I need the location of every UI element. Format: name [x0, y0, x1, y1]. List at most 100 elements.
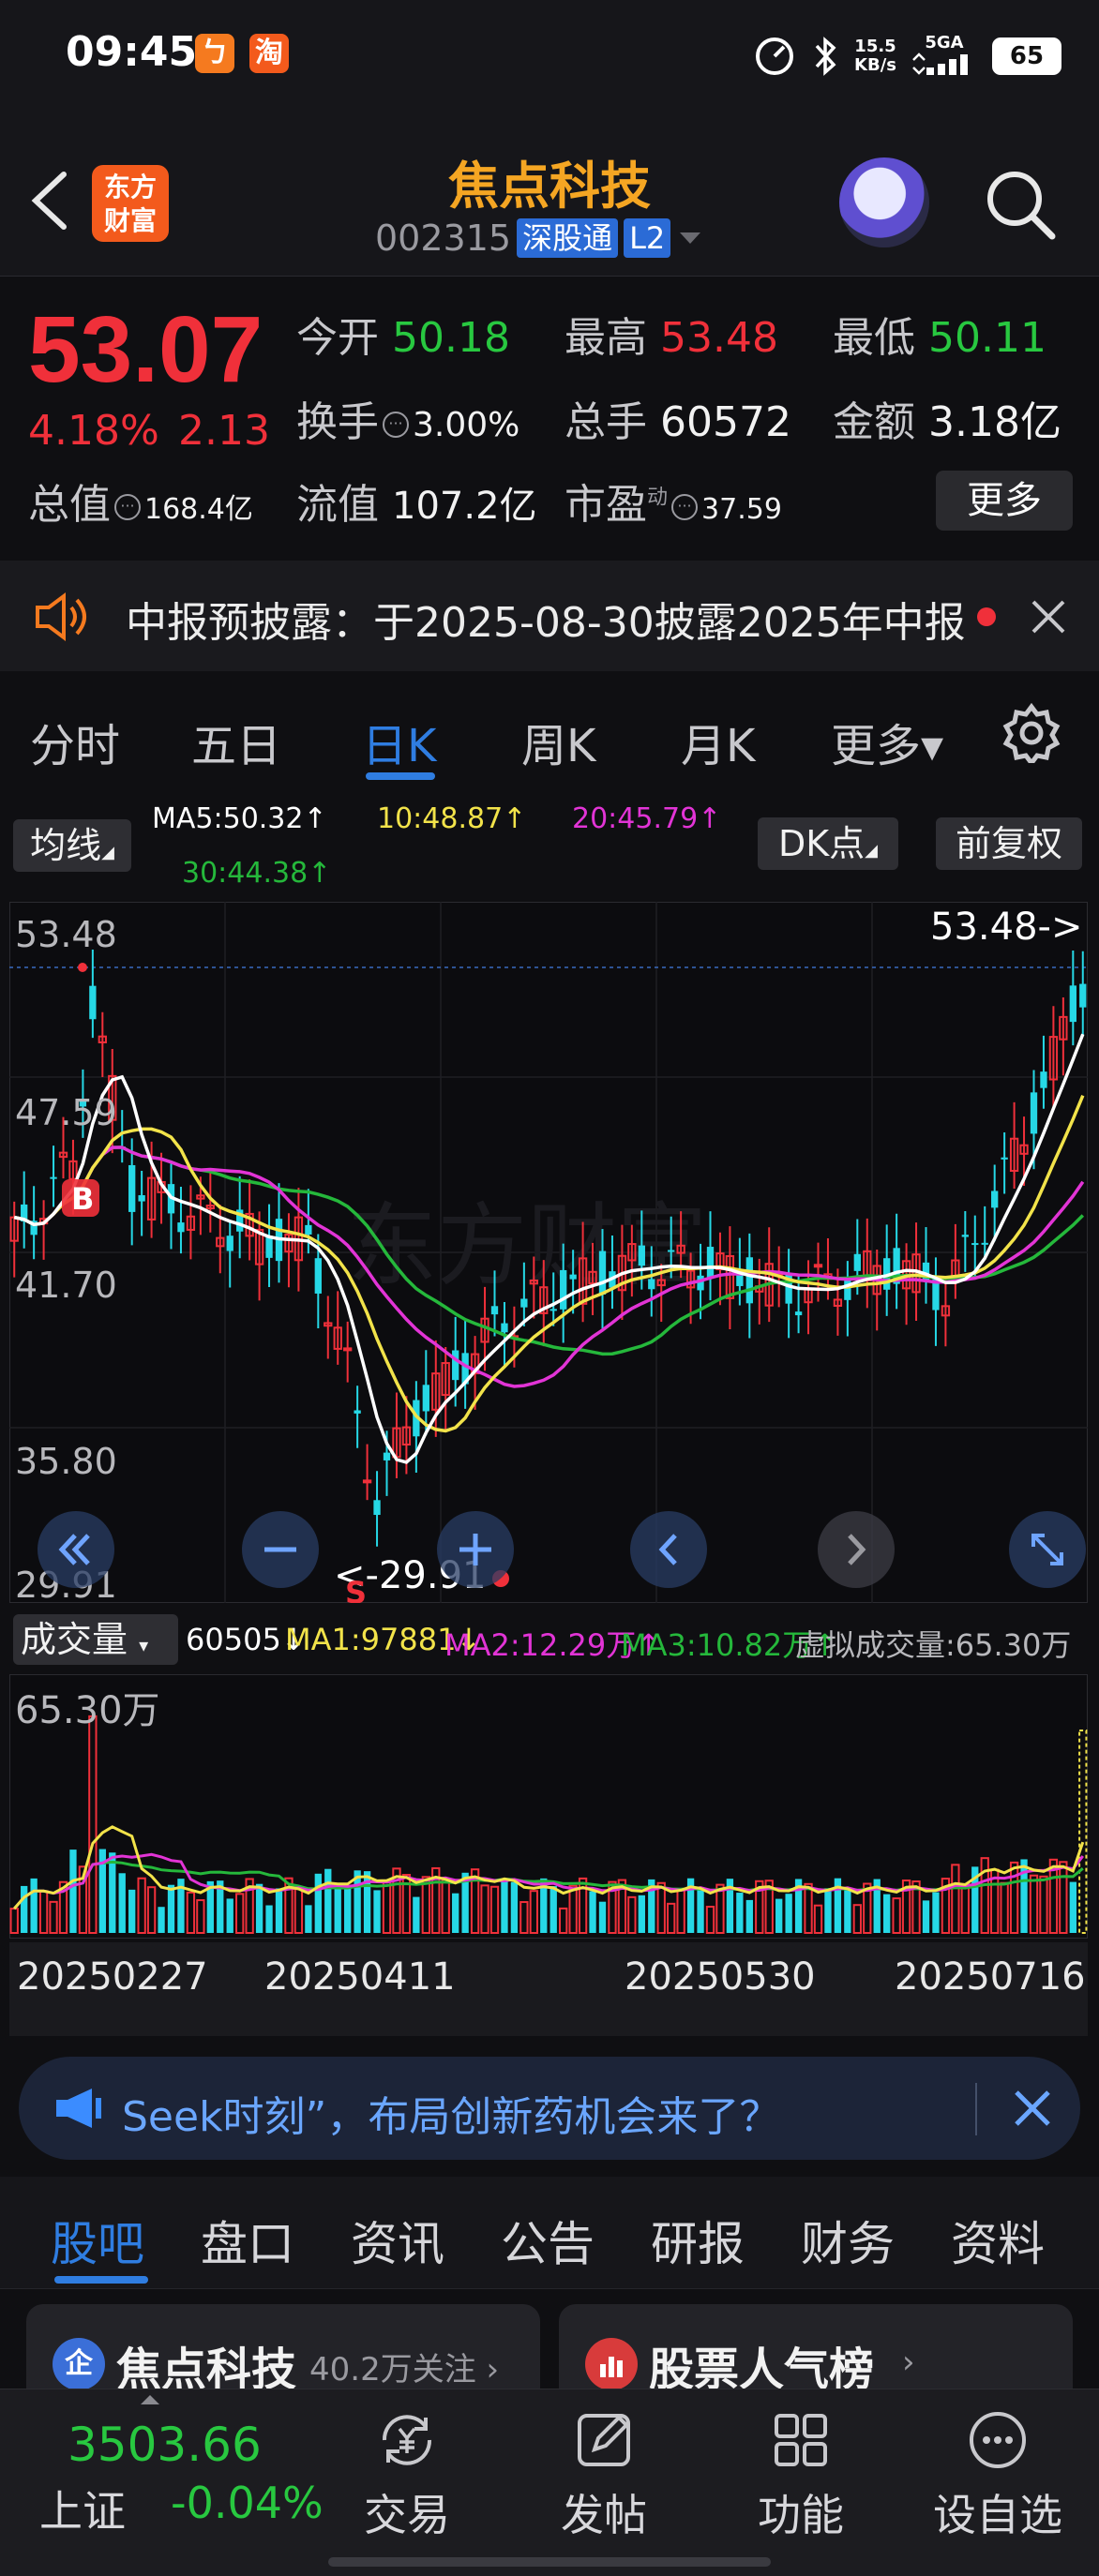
kline-canvas: 东方财富 53.48 47.59 41.70 35.80 29.91 53.48…: [8, 901, 1089, 1610]
change-percent: 4.18%: [28, 407, 159, 455]
candle-body: [569, 1274, 577, 1280]
adjust-button[interactable]: 前复权: [936, 817, 1082, 870]
high-price: 最高 53.48: [565, 314, 778, 362]
content-tabs: 股吧 盘口 资讯 公告 研报 财务 资料: [0, 2177, 1099, 2289]
candle-body: [128, 1164, 136, 1212]
y-label-2: 47.59: [15, 1092, 117, 1133]
volume-bar: [932, 1892, 940, 1933]
candle-body: [971, 1243, 979, 1246]
robot-mascot-icon[interactable]: [839, 157, 929, 247]
candle-body: [961, 1235, 969, 1237]
volume-bar: [697, 1887, 704, 1933]
kline-chart[interactable]: 东方财富 53.48 47.59 41.70 35.80 29.91 53.48…: [8, 901, 1089, 1610]
volume-bar: [1020, 1859, 1028, 1933]
stock-subtitle[interactable]: 002315 深股通 L2: [375, 217, 704, 259]
ma-indicator-button[interactable]: 均线◢: [13, 819, 131, 872]
info-icon[interactable]: ···: [114, 494, 141, 520]
banner-divider: [975, 2083, 977, 2135]
max-price-marker: 53.48->: [930, 906, 1082, 949]
low-price: 最低 50.11: [833, 314, 1046, 362]
scroll-left-double-button[interactable]: [38, 1511, 114, 1588]
quote-panel: 53.07 4.18% 2.13 今开 50.18 最高 53.48 最低 50…: [0, 277, 1099, 545]
info-icon[interactable]: ···: [671, 494, 699, 520]
candle-body: [668, 1250, 675, 1252]
tab-research[interactable]: 研报: [651, 2207, 745, 2274]
dk-point-button[interactable]: DK点◢: [758, 817, 898, 870]
volume-legend: 成交量 ▾ 60505↓ MA1:97881↓ MA2:12.29万↑ MA3:…: [0, 1609, 1099, 1670]
plus-icon: [459, 1534, 491, 1565]
tab-weekly-k[interactable]: 周K: [521, 709, 595, 774]
info-icon[interactable]: ···: [383, 412, 409, 438]
double-chevron-left-icon: [58, 1534, 90, 1565]
change-amount: 2.13: [178, 407, 270, 455]
close-icon[interactable]: [1028, 596, 1069, 637]
more-quote-button[interactable]: 更多: [936, 471, 1073, 531]
candle-body: [452, 1350, 459, 1381]
candle-body: [305, 1224, 312, 1236]
tab-finance[interactable]: 财务: [801, 2207, 895, 2274]
volume-bar: [128, 1889, 136, 1933]
zoom-in-button[interactable]: [437, 1511, 514, 1588]
enterprise-icon: 企: [53, 2338, 105, 2390]
chevron-right-icon: [848, 1534, 866, 1565]
tab-daily-k[interactable]: 日K: [362, 709, 436, 774]
promo-banner[interactable]: Seek时刻”，布局创新药机会来了？: [19, 2057, 1080, 2160]
sh-index-name[interactable]: 上证: [39, 2478, 126, 2539]
search-icon[interactable]: [983, 167, 1058, 242]
candle-body: [706, 1247, 715, 1279]
stock-name: 焦点科技: [448, 157, 651, 216]
index-toggle-indicator: [141, 2395, 159, 2404]
ma5-value: MA5:50.32↑: [152, 802, 327, 835]
tab-more[interactable]: 更多▾: [831, 709, 943, 774]
tab-announcements[interactable]: 公告: [501, 2207, 595, 2274]
speaker-icon: [36, 592, 86, 641]
candle-body: [422, 1385, 429, 1412]
candle-body: [598, 1251, 607, 1295]
candle-body: [373, 1500, 381, 1516]
net-speed: 15.5 KB/s: [854, 37, 896, 75]
sh-index-change[interactable]: -0.04%: [171, 2478, 324, 2528]
tab-news[interactable]: 资讯: [351, 2207, 444, 2274]
tab-profile[interactable]: 资料: [951, 2207, 1045, 2274]
volume-bar: [745, 1899, 753, 1933]
speedometer-icon: [756, 37, 794, 75]
tab-five-day[interactable]: 五日: [191, 709, 281, 774]
scroll-right-button[interactable]: [818, 1511, 895, 1588]
sh-index-value[interactable]: 3503.66: [68, 2418, 262, 2472]
battery-indicator: 65: [992, 37, 1061, 75]
close-icon[interactable]: [1009, 2085, 1056, 2132]
volume-bar: [226, 1898, 233, 1933]
volume-chart[interactable]: 65.30万: [8, 1673, 1089, 1939]
nav-watchlist[interactable]: 设自选: [932, 2404, 1063, 2543]
more-dots-icon: [970, 2412, 1026, 2468]
volume-bar: [255, 1883, 263, 1933]
candle-body: [560, 1269, 567, 1310]
tab-intraday[interactable]: 分时: [30, 709, 120, 774]
ma20-value: 20:45.79↑: [572, 802, 722, 835]
nav-trade[interactable]: 交易: [341, 2404, 473, 2543]
scroll-left-button[interactable]: [630, 1511, 707, 1588]
volume-bar: [373, 1890, 381, 1933]
tab-monthly-k[interactable]: 月K: [681, 709, 755, 774]
status-bar: 09:45 ㄅ 淘 15.5 KB/s 5GA 65: [0, 0, 1099, 112]
volume-indicator-button[interactable]: 成交量 ▾: [13, 1614, 178, 1665]
notice-bar[interactable]: 中报预披露：于2025-08-30披露2025年中报: [0, 561, 1099, 671]
tab-guba[interactable]: 股吧: [51, 2207, 144, 2274]
max-price-dot: [78, 963, 87, 972]
active-tab-indicator: [366, 772, 435, 780]
tab-pankou[interactable]: 盘口: [201, 2207, 294, 2274]
volume-bar: [413, 1896, 420, 1933]
candle-body: [138, 1195, 145, 1202]
gear-icon[interactable]: [1001, 703, 1061, 763]
fullscreen-button[interactable]: [1009, 1511, 1086, 1588]
volume-bar: [824, 1888, 832, 1933]
volume-bar: [883, 1894, 891, 1933]
ma-legend: 均线◢ MA5:50.32↑ 10:48.87↑ 20:45.79↑ 30:44…: [0, 797, 1099, 900]
zoom-out-button[interactable]: [242, 1511, 319, 1588]
nav-functions[interactable]: 功能: [735, 2404, 866, 2543]
candle-body: [1079, 983, 1087, 1008]
volume-bar: [265, 1905, 273, 1933]
candle-body: [354, 1410, 361, 1414]
nav-post[interactable]: 发帖: [538, 2404, 670, 2543]
candle-body: [89, 985, 97, 1020]
